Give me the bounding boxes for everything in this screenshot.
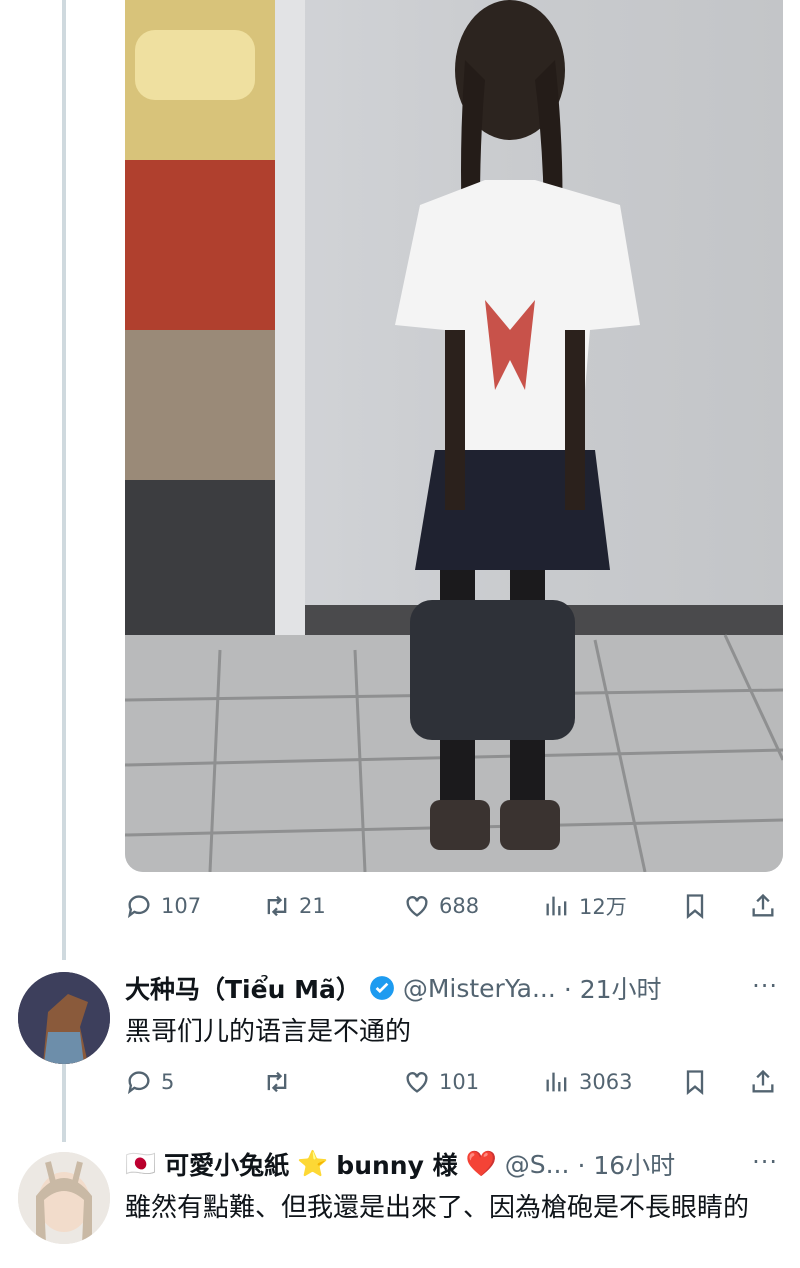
reply-header: 大种马（Tiểu Mã） @MisterYa... · 21小时 [125,970,662,1006]
reply-text: 雖然有點難、但我還是出來了、因為槍砲是不長眼睛的 [125,1193,750,1223]
share-button[interactable] [749,1068,777,1096]
retweet-button[interactable] [263,1068,299,1096]
bookmark-icon [686,1070,704,1095]
like-count: 101 [439,1070,480,1094]
reply-count: 107 [161,894,202,918]
heart-icon: ❤️ [465,1149,497,1178]
retweet-button[interactable]: 21 [263,892,326,920]
flag-icon: 🇯🇵 [125,1149,157,1178]
like-button[interactable]: 688 [403,892,479,920]
share-icon [752,893,774,917]
thread-line-top [62,0,66,960]
reply-button[interactable]: 107 [125,892,201,920]
bookmark-button[interactable] [681,1068,709,1096]
reply-post-2[interactable]: 🇯🇵 可愛小兔紙 ⭐ bunny 様 ❤️ @S... · 16小时 ··· 雖… [0,1140,800,1268]
display-name[interactable]: 大种马（Tiểu Mã） [125,970,361,1006]
reply1-actions: 5 101 3063 [125,1060,780,1104]
more-icon[interactable]: ··· [752,972,778,1000]
reply-header: 🇯🇵 可愛小兔紙 ⭐ bunny 様 ❤️ @S... · 16小时 [125,1146,675,1182]
verified-badge-icon [369,976,394,1000]
user-handle[interactable]: @MisterYa... [403,974,556,1003]
views-icon [546,896,567,916]
display-name[interactable]: 可愛小兔紙 [164,1146,289,1182]
retweet-icon [267,895,287,917]
reply-icon [127,1071,150,1095]
views-button[interactable]: 3063 [543,1068,632,1096]
more-icon[interactable]: ··· [752,1148,778,1176]
retweet-icon [267,1071,287,1093]
avatar[interactable] [18,1152,110,1244]
views-count: 12万 [579,895,627,919]
share-icon [752,1069,774,1093]
reply-icon [127,895,150,919]
share-button[interactable] [749,892,777,920]
views-icon [546,1072,567,1092]
user-handle[interactable]: @S... [505,1150,570,1179]
like-count: 688 [439,894,480,918]
retweet-count: 21 [299,894,326,918]
like-button[interactable]: 101 [403,1068,479,1096]
timestamp[interactable]: · 16小时 [577,1146,675,1182]
avatar[interactable] [18,972,110,1064]
views-count: 3063 [579,1070,633,1094]
like-icon [406,896,428,917]
tweet-actions: 107 21 688 12万 [125,884,780,928]
bookmark-icon [686,894,704,919]
display-name-suffix[interactable]: bunny 様 [336,1146,457,1182]
reply-button[interactable]: 5 [125,1068,174,1096]
bookmark-button[interactable] [681,892,709,920]
like-icon [406,1072,428,1093]
tweet-photo[interactable] [125,0,783,872]
reply-text: 黑哥们儿的语言是不通的 [125,1017,412,1047]
star-icon: ⭐ [297,1149,329,1178]
reply-count: 5 [161,1070,175,1094]
timestamp[interactable]: · 21小时 [564,970,662,1006]
views-button[interactable]: 12万 [543,891,627,921]
